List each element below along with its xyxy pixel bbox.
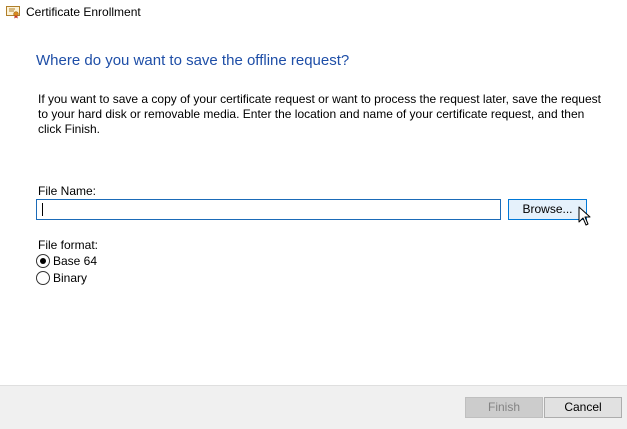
certificate-icon (6, 5, 20, 19)
browse-button[interactable]: Browse... (508, 199, 587, 220)
text-caret (42, 203, 43, 216)
certificate-enrollment-window: Certificate Enrollment Where do you want… (0, 0, 627, 429)
dialog-footer: Finish Cancel (0, 385, 627, 429)
cancel-button[interactable]: Cancel (544, 397, 622, 418)
file-name-label: File Name: (38, 184, 97, 198)
page-description: If you want to save a copy of your certi… (38, 92, 601, 136)
file-name-input[interactable] (36, 199, 501, 220)
window-title: Certificate Enrollment (26, 5, 141, 19)
binary-label: Binary (53, 271, 88, 285)
base64-radio[interactable] (36, 254, 50, 268)
binary-radio[interactable] (36, 271, 50, 285)
base64-label: Base 64 (53, 254, 98, 268)
title-bar: Certificate Enrollment (0, 0, 627, 24)
finish-button[interactable]: Finish (465, 397, 543, 418)
mouse-pointer-icon (578, 206, 592, 226)
page-heading: Where do you want to save the offline re… (36, 52, 350, 69)
file-format-label: File format: (38, 238, 99, 252)
